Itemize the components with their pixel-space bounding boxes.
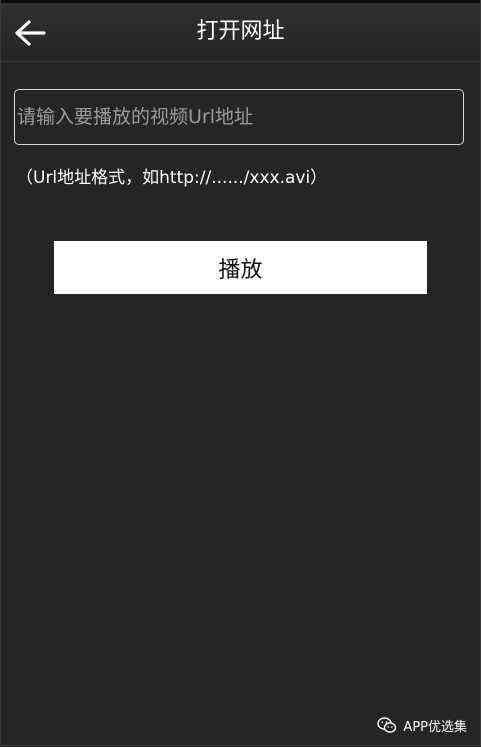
- page-title: 打开网址: [196, 19, 285, 44]
- app-header: 打开网址: [0, 3, 481, 62]
- wechat-icon: [377, 717, 397, 733]
- arrow-left-icon: [15, 20, 46, 46]
- play-button[interactable]: 播放: [54, 241, 427, 294]
- watermark: APP优选集: [377, 716, 467, 735]
- url-format-hint: （Url地址格式，如http://....../xxx.avi）: [16, 168, 328, 188]
- back-button[interactable]: [10, 15, 50, 51]
- url-input[interactable]: [14, 89, 464, 145]
- watermark-text: APP优选集: [403, 720, 467, 735]
